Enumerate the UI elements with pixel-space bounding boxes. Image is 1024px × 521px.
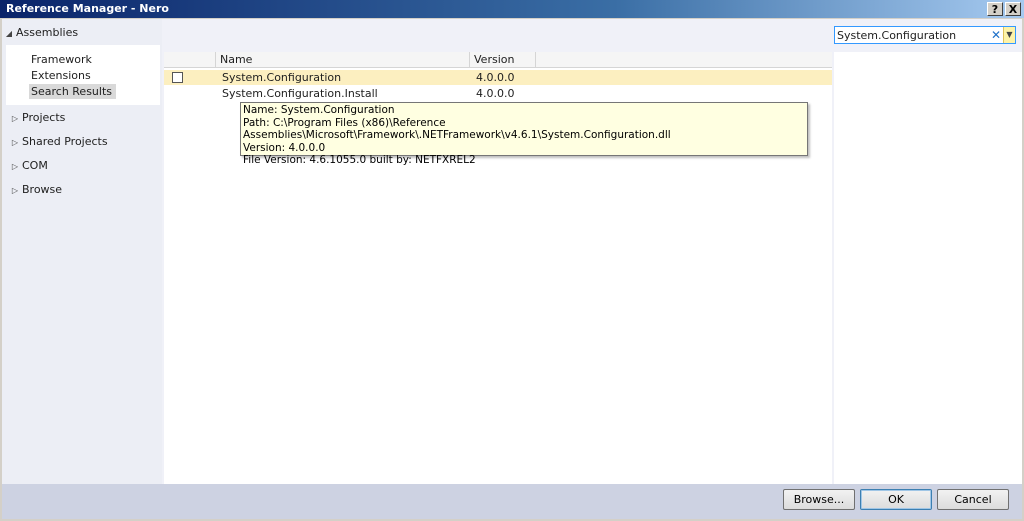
nav-projects-label: Projects [22, 111, 66, 124]
nav-assemblies-label: Assemblies [16, 26, 79, 39]
column-header-check[interactable] [164, 52, 216, 68]
collapsed-triangle-icon: ▷ [11, 186, 19, 195]
nav-shared-projects[interactable]: ▷ Shared Projects [8, 134, 108, 150]
chevron-down-icon[interactable]: ▼ [1003, 27, 1015, 43]
column-header-version[interactable]: Version [470, 52, 536, 68]
window-title: Reference Manager - Nero [6, 2, 169, 15]
details-panel [834, 52, 1022, 484]
help-button[interactable]: ? [987, 2, 1003, 16]
row-version: 4.0.0.0 [476, 87, 515, 100]
nav-projects[interactable]: ▷ Projects [8, 110, 65, 126]
nav-shared-projects-label: Shared Projects [22, 135, 108, 148]
row-version: 4.0.0.0 [476, 71, 515, 84]
table-row[interactable]: System.Configuration 4.0.0.0 [164, 70, 832, 85]
dialog-body: ◢ Assemblies Framework Extensions Search … [2, 19, 1022, 519]
nav-assemblies[interactable]: ◢ Assemblies [2, 25, 78, 41]
ok-button[interactable]: OK [860, 489, 932, 510]
nav-browse[interactable]: ▷ Browse [8, 182, 62, 198]
collapsed-triangle-icon: ▷ [11, 162, 19, 171]
nav-sub-search-results[interactable]: Search Results [29, 84, 117, 99]
nav-sub-extensions[interactable]: Extensions [31, 68, 95, 83]
table-row[interactable]: System.Configuration.Install 4.0.0.0 [164, 86, 832, 101]
row-name: System.Configuration.Install [222, 87, 378, 100]
dialog-footer: Browse... OK Cancel [2, 484, 1022, 519]
cancel-button[interactable]: Cancel [937, 489, 1009, 510]
browse-button[interactable]: Browse... [783, 489, 855, 510]
column-header-name[interactable]: Name [216, 52, 470, 68]
include-checkbox[interactable] [172, 72, 183, 83]
title-bar: Reference Manager - Nero ? X [0, 0, 1024, 18]
row-name: System.Configuration [222, 71, 342, 84]
collapsed-triangle-icon: ▷ [11, 138, 19, 147]
nav-com[interactable]: ▷ COM [8, 158, 48, 174]
search-box[interactable]: ✕ ▼ [834, 26, 1016, 44]
close-icon[interactable]: ✕ [991, 27, 1001, 43]
search-input[interactable] [837, 28, 987, 42]
assemblies-subpanel: Framework Extensions Search Results [6, 45, 160, 105]
expanded-triangle-icon: ◢ [5, 29, 13, 38]
tooltip-file-version: File Version: 4.6.1055.0 built by: NETFX… [243, 154, 476, 166]
close-button[interactable]: X [1005, 2, 1021, 16]
tooltip-version: Version: 4.0.0.0 [243, 141, 326, 154]
column-header-filler [536, 52, 832, 68]
assembly-tooltip: Name: System.Configuration Path: C:\Prog… [240, 102, 808, 166]
nav-browse-label: Browse [22, 183, 63, 196]
tooltip-name: Name: System.Configuration [243, 104, 395, 116]
collapsed-triangle-icon: ▷ [11, 114, 19, 123]
category-nav: ◢ Assemblies Framework Extensions Search … [2, 19, 162, 484]
tooltip-path: Path: C:\Program Files (x86)\Reference A… [243, 116, 671, 142]
nav-sub-framework[interactable]: Framework [31, 52, 96, 67]
nav-com-label: COM [22, 159, 48, 172]
